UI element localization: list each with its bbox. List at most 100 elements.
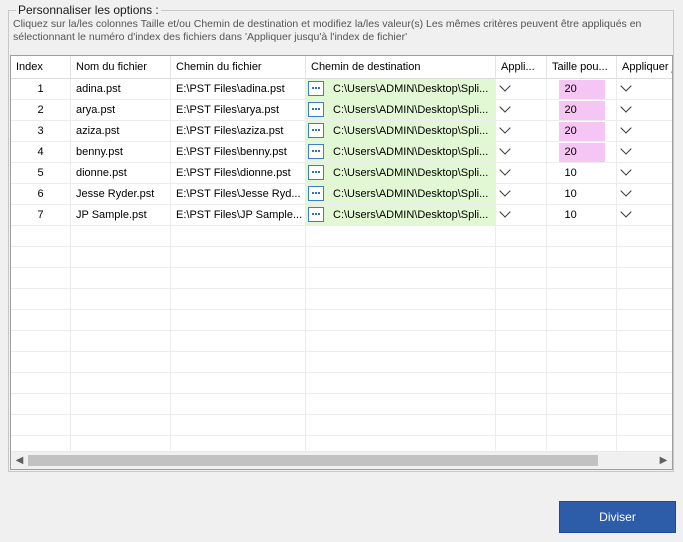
- col-header-index[interactable]: Index: [11, 56, 71, 79]
- size-value[interactable]: 20: [558, 143, 605, 162]
- cell-apply-dropdown[interactable]: [496, 184, 547, 205]
- cell-size[interactable]: 20: [547, 100, 617, 121]
- browse-icon[interactable]: [308, 123, 324, 138]
- cell-destination[interactable]: C:\Users\ADMIN\Desktop\Spli...: [306, 163, 496, 184]
- cell-file-name: adina.pst: [71, 79, 171, 100]
- cell-apply-to-dropdown[interactable]: [617, 205, 672, 226]
- cell-apply-to-dropdown[interactable]: [617, 121, 672, 142]
- empty-row: [11, 310, 672, 331]
- cell-file-path: E:\PST Files\adina.pst: [171, 79, 306, 100]
- table-row[interactable]: 1 adina.pst E:\PST Files\adina.pst C:\Users…: [11, 79, 672, 100]
- cell-file-name: benny.pst: [71, 142, 171, 163]
- chevron-down-icon[interactable]: [499, 84, 508, 93]
- size-value[interactable]: 20: [558, 101, 605, 120]
- size-value[interactable]: 20: [558, 122, 605, 141]
- empty-cell: [547, 331, 617, 352]
- chevron-down-icon[interactable]: [620, 189, 629, 198]
- browse-icon[interactable]: [308, 207, 324, 222]
- chevron-down-icon[interactable]: [499, 105, 508, 114]
- empty-cell: [617, 247, 672, 268]
- table-row[interactable]: 7 JP Sample.pst E:\PST Files\JP Sample... C…: [11, 205, 672, 226]
- chevron-down-icon[interactable]: [499, 126, 508, 135]
- cell-index: 2: [11, 100, 71, 121]
- chevron-left-icon[interactable]: ◀: [11, 452, 28, 469]
- col-header-destination[interactable]: Chemin de destination: [306, 56, 496, 79]
- cell-destination[interactable]: C:\Users\ADMIN\Desktop\Spli...: [306, 142, 496, 163]
- browse-icon[interactable]: [308, 81, 324, 96]
- col-header-apply-to[interactable]: Appliquer j: [617, 56, 672, 79]
- size-value[interactable]: 10: [559, 206, 605, 225]
- browse-icon[interactable]: [308, 165, 324, 180]
- empty-cell: [496, 268, 547, 289]
- cell-apply-to-dropdown[interactable]: [617, 163, 672, 184]
- cell-size[interactable]: 10: [547, 163, 617, 184]
- cell-apply-to-dropdown[interactable]: [617, 79, 672, 100]
- chevron-down-icon[interactable]: [620, 210, 629, 219]
- cell-size[interactable]: 10: [547, 205, 617, 226]
- empty-cell: [11, 247, 71, 268]
- chevron-down-icon[interactable]: [499, 210, 508, 219]
- col-header-file-path[interactable]: Chemin du fichier: [171, 56, 306, 79]
- chevron-down-icon[interactable]: [620, 147, 629, 156]
- cell-size[interactable]: 20: [547, 79, 617, 100]
- browse-icon[interactable]: [308, 186, 324, 201]
- empty-row: [11, 226, 672, 247]
- browse-icon[interactable]: [308, 102, 324, 117]
- cell-apply-dropdown[interactable]: [496, 205, 547, 226]
- empty-cell: [11, 352, 71, 373]
- chevron-down-icon[interactable]: [499, 168, 508, 177]
- table-row[interactable]: 5 dionne.pst E:\PST Files\dionne.pst C:\Use…: [11, 163, 672, 184]
- cell-destination[interactable]: C:\Users\ADMIN\Desktop\Spli...: [306, 79, 496, 100]
- chevron-right-icon[interactable]: ▶: [655, 452, 672, 469]
- size-value[interactable]: 10: [559, 185, 605, 204]
- cell-destination[interactable]: C:\Users\ADMIN\Desktop\Spli...: [306, 100, 496, 121]
- empty-row: [11, 268, 672, 289]
- col-header-file-name[interactable]: Nom du fichier: [71, 56, 171, 79]
- cell-destination[interactable]: C:\Users\ADMIN\Desktop\Spli...: [306, 121, 496, 142]
- scrollbar-thumb[interactable]: [28, 455, 598, 466]
- cell-size[interactable]: 20: [547, 121, 617, 142]
- size-value[interactable]: 20: [558, 80, 605, 99]
- cell-file-name: JP Sample.pst: [71, 205, 171, 226]
- browse-icon[interactable]: [308, 144, 324, 159]
- table-row[interactable]: 6 Jesse Ryder.pst E:\PST Files\Jesse Ryd..…: [11, 184, 672, 205]
- size-value[interactable]: 10: [559, 164, 605, 183]
- cell-file-path: E:\PST Files\benny.pst: [171, 142, 306, 163]
- cell-apply-dropdown[interactable]: [496, 121, 547, 142]
- chevron-down-icon[interactable]: [499, 147, 508, 156]
- table-row[interactable]: 4 benny.pst E:\PST Files\benny.pst C:\Users…: [11, 142, 672, 163]
- cell-size[interactable]: 20: [547, 142, 617, 163]
- empty-cell: [171, 268, 306, 289]
- col-header-size[interactable]: Taille pou...: [547, 56, 617, 79]
- empty-cell: [306, 394, 496, 415]
- cell-apply-dropdown[interactable]: [496, 100, 547, 121]
- col-header-apply[interactable]: Appli...: [496, 56, 547, 79]
- cell-apply-dropdown[interactable]: [496, 163, 547, 184]
- cell-file-path: E:\PST Files\aziza.pst: [171, 121, 306, 142]
- empty-row: [11, 247, 672, 268]
- split-button[interactable]: Diviser: [559, 501, 676, 533]
- cell-apply-to-dropdown[interactable]: [617, 184, 672, 205]
- empty-cell: [71, 415, 171, 436]
- table-row[interactable]: 3 aziza.pst E:\PST Files\aziza.pst C:\Users…: [11, 121, 672, 142]
- cell-apply-to-dropdown[interactable]: [617, 100, 672, 121]
- cell-apply-to-dropdown[interactable]: [617, 142, 672, 163]
- chevron-down-icon[interactable]: [620, 84, 629, 93]
- description-line-1: Cliquez sur la/les colonnes Taille et/ou…: [13, 18, 642, 30]
- cell-destination[interactable]: C:\Users\ADMIN\Desktop\Spli...: [306, 205, 496, 226]
- options-description: Cliquez sur la/les colonnes Taille et/ou…: [13, 18, 675, 44]
- chevron-down-icon[interactable]: [499, 189, 508, 198]
- table-row[interactable]: 2 arya.pst E:\PST Files\arya.pst C:\Users\A…: [11, 100, 672, 121]
- cell-apply-dropdown[interactable]: [496, 79, 547, 100]
- horizontal-scrollbar[interactable]: ◀ ▶: [11, 451, 672, 469]
- chevron-down-icon[interactable]: [620, 126, 629, 135]
- grid-header: Index Nom du fichier Chemin du fichier C…: [11, 56, 672, 79]
- cell-destination[interactable]: C:\Users\ADMIN\Desktop\Spli...: [306, 184, 496, 205]
- cell-file-name: dionne.pst: [71, 163, 171, 184]
- cell-size[interactable]: 10: [547, 184, 617, 205]
- cell-apply-dropdown[interactable]: [496, 142, 547, 163]
- files-grid[interactable]: Index Nom du fichier Chemin du fichier C…: [10, 55, 673, 470]
- chevron-down-icon[interactable]: [620, 105, 629, 114]
- destination-text: C:\Users\ADMIN\Desktop\Spli...: [333, 83, 489, 95]
- chevron-down-icon[interactable]: [620, 168, 629, 177]
